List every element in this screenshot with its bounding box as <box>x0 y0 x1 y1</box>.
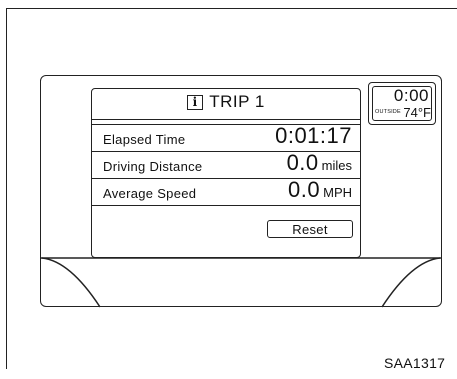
elapsed-time-label: Elapsed Time <box>103 132 186 147</box>
trip-title-label: TRIP 1 <box>209 92 265 111</box>
figure-code: SAA1317 <box>384 355 446 371</box>
trip-title: i TRIP 1 <box>92 89 360 115</box>
elapsed-time-value: 0:01:17 <box>275 123 352 148</box>
driving-distance-unit: miles <box>321 158 352 173</box>
row-elapsed-time: Elapsed Time 0:01:17 <box>92 123 360 151</box>
clock-display: 0:00 OUTSIDE 74°F <box>368 82 436 125</box>
elapsed-time-value-group: 0:01:17 <box>275 123 352 149</box>
row-driving-distance: Driving Distance 0.0 miles <box>92 150 360 178</box>
info-icon: i <box>187 94 204 110</box>
average-speed-label: Average Speed <box>103 186 197 201</box>
row-average-speed: Average Speed 0.0 MPH <box>92 177 360 205</box>
driving-distance-label: Driving Distance <box>103 159 203 174</box>
title-divider <box>92 119 360 120</box>
average-speed-value: 0.0 <box>288 177 321 202</box>
driving-distance-value: 0.0 <box>286 150 319 175</box>
driving-distance-value-group: 0.0 miles <box>287 150 352 176</box>
outside-temperature: 74°F <box>403 105 431 120</box>
reset-button[interactable]: Reset <box>267 220 353 238</box>
trip-screen: i TRIP 1 Elapsed Time 0:01:17 Driving Di… <box>91 88 361 258</box>
average-speed-unit: MPH <box>323 185 352 200</box>
average-speed-value-group: 0.0 MPH <box>288 177 352 203</box>
clock-time: 0:00 <box>393 86 429 105</box>
row-divider-bottom <box>92 205 360 206</box>
outside-label: OUTSIDE <box>375 109 401 115</box>
